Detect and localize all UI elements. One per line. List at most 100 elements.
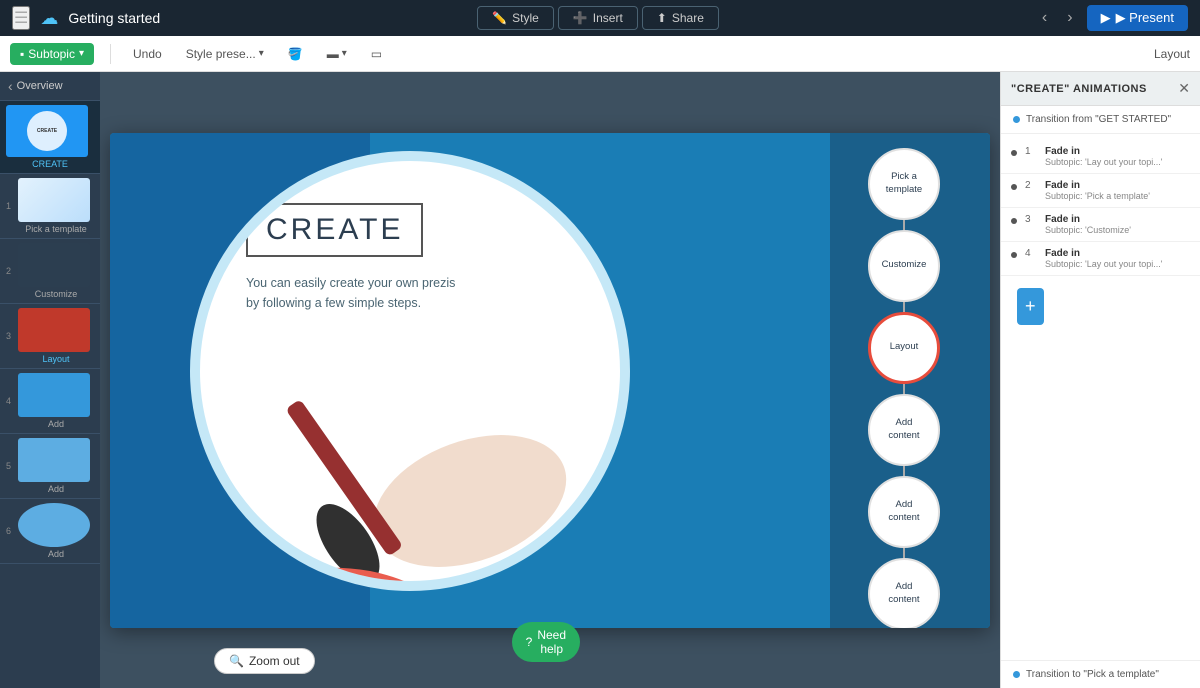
share-button[interactable]: ⬆ Share (642, 6, 719, 30)
top-bar-center: ✏️ Style ➕ Insert ⬆ Share (477, 6, 719, 30)
sidebar-overview-label: Overview (17, 80, 63, 92)
anim-dot-2 (1011, 184, 1017, 190)
toolbar-separator (110, 44, 111, 64)
subtopic-button[interactable]: ▪ Subtopic ▾ (10, 43, 94, 65)
anim-subtitle-1: Subtopic: 'Lay out your topi...' (1045, 157, 1190, 167)
nav-prev-button[interactable]: ‹ (1036, 7, 1053, 29)
slide-num-5: 5 (6, 461, 14, 471)
slide-thumb-5 (18, 438, 90, 482)
slide-label-1: Pick a template (18, 224, 94, 234)
add-animation-wrapper: + (1001, 276, 1200, 337)
panel-close-button[interactable]: ✕ (1178, 80, 1190, 97)
circle-layout-label: Layout (890, 341, 919, 353)
slide-item-5[interactable]: 5 Add (0, 434, 100, 499)
zoom-out-button[interactable]: 🔍 Zoom out (214, 648, 315, 674)
slide-label-create: CREATE (6, 159, 94, 169)
circle-customize[interactable]: Customize (868, 230, 940, 302)
slide-item-3[interactable]: 3 Layout (0, 304, 100, 369)
anim-content-1: Fade in Subtopic: 'Lay out your topi...' (1045, 146, 1190, 167)
sidebar-header: ‹ Overview (0, 72, 100, 101)
slide-num-4: 4 (6, 396, 14, 406)
circle-add-content-2-label: Addcontent (888, 499, 919, 524)
toolbar: ▪ Subtopic ▾ Undo Style prese... ▾ 🪣 ▬ ▾… (0, 36, 1200, 72)
subtopic-icon: ▪ (20, 47, 24, 61)
anim-dot-3 (1011, 218, 1017, 224)
circle-pick-template-label: Pick atemplate (886, 171, 922, 196)
style-button[interactable]: ✏️ Style (477, 6, 554, 30)
slide-label-5: Add (18, 484, 94, 494)
slide-thumb-3 (18, 308, 90, 352)
slide-num-3: 3 (6, 331, 14, 341)
undo-button[interactable]: Undo (127, 44, 168, 64)
big-circle: CREATE You can easily create your own pr… (190, 151, 630, 591)
slide-item-6[interactable]: 6 Add (0, 499, 100, 564)
circle-customize-label: Customize (882, 259, 927, 271)
circle-content: CREATE You can easily create your own pr… (200, 161, 620, 333)
anim-subtitle-3: Subtopic: 'Customize' (1045, 225, 1190, 235)
style-preset-button[interactable]: Style prese... ▾ (180, 44, 270, 64)
anim-subtitle-2: Subtopic: 'Pick a template' (1045, 191, 1190, 201)
create-title-box: CREATE (246, 203, 423, 257)
transition-dot (1013, 116, 1020, 123)
anim-type-2: Fade in (1045, 180, 1190, 191)
panel-header: "CREATE" ANIMATIONS ✕ (1001, 72, 1200, 106)
anim-num-4: 4 (1025, 248, 1037, 259)
help-button[interactable]: ? Need help (512, 622, 580, 662)
anim-num-1: 1 (1025, 146, 1037, 157)
top-bar-right: ‹ › ▶ ▶ Present (1036, 5, 1188, 31)
circle-layout[interactable]: Layout (868, 312, 940, 384)
anim-content-2: Fade in Subtopic: 'Pick a template' (1045, 180, 1190, 201)
panel-transition-from: Transition from "GET STARTED" (1001, 106, 1200, 134)
add-icon: + (1025, 296, 1036, 317)
anim-dot-4 (1011, 252, 1017, 258)
anim-subtitle-4: Subtopic: 'Lay out your topi...' (1045, 259, 1190, 269)
share-icon: ⬆ (657, 11, 667, 25)
anim-num-2: 2 (1025, 180, 1037, 191)
slide-item-4[interactable]: 4 Add (0, 369, 100, 434)
layout-icon: ▬ (327, 47, 339, 61)
connector-5 (903, 548, 905, 558)
layout-toggle-button[interactable]: ▬ ▾ (321, 44, 353, 64)
anim-item-4: 4 Fade in Subtopic: 'Lay out your topi..… (1001, 242, 1200, 276)
connector-4 (903, 466, 905, 476)
insert-icon: ➕ (573, 11, 588, 25)
top-bar-left: ☰ ☁ Getting started (12, 6, 160, 30)
slide-item-create[interactable]: CREATE CREATE (0, 101, 100, 174)
paint-bucket-button[interactable]: 🪣 (282, 44, 309, 64)
circle-pick-template[interactable]: Pick atemplate (868, 148, 940, 220)
circle-add-content-3-label: Addcontent (888, 581, 919, 606)
slide-item-2[interactable]: 2 Customize (0, 239, 100, 304)
help-icon: ? (526, 635, 533, 649)
subtopic-dropdown-icon: ▾ (79, 48, 84, 59)
circle-add-content-2[interactable]: Addcontent (868, 476, 940, 548)
add-animation-button[interactable]: + (1017, 288, 1044, 325)
panel-title: "CREATE" ANIMATIONS (1011, 83, 1147, 95)
anim-item-1: 1 Fade in Subtopic: 'Lay out your topi..… (1001, 140, 1200, 174)
anim-item-3: 3 Fade in Subtopic: 'Customize' (1001, 208, 1200, 242)
insert-button[interactable]: ➕ Insert (558, 6, 638, 30)
panel-footer: Transition to "Pick a template" (1001, 660, 1200, 688)
present-button[interactable]: ▶ ▶ Present (1087, 5, 1188, 31)
menu-button[interactable]: ☰ (12, 6, 30, 30)
sidebar-back-button[interactable]: ‹ (8, 78, 13, 94)
anim-content-4: Fade in Subtopic: 'Lay out your topi...' (1045, 248, 1190, 269)
paint-bucket-icon: 🪣 (288, 47, 303, 61)
device-toggle-button[interactable]: ▭ (365, 44, 388, 64)
slide-num-2: 2 (6, 266, 14, 276)
device-icon: ▭ (371, 47, 382, 61)
layout-label: Layout (1154, 47, 1190, 61)
slide-num-6: 6 (6, 526, 14, 536)
circle-add-content-1[interactable]: Addcontent (868, 394, 940, 466)
canvas-area: CREATE You can easily create your own pr… (100, 72, 1000, 688)
create-description: You can easily create your own prezis by… (246, 273, 456, 313)
connector-3 (903, 384, 905, 394)
circle-add-content-3[interactable]: Addcontent (868, 558, 940, 628)
slide-item-1[interactable]: 1 Pick a template (0, 174, 100, 239)
anim-content-3: Fade in Subtopic: 'Customize' (1045, 214, 1190, 235)
slide-thumb-6 (18, 503, 90, 547)
nav-next-button[interactable]: › (1061, 7, 1078, 29)
cloud-icon: ☁ (40, 8, 58, 29)
anim-type-3: Fade in (1045, 214, 1190, 225)
create-title: CREATE (266, 213, 403, 246)
slide-num-1: 1 (6, 201, 14, 211)
